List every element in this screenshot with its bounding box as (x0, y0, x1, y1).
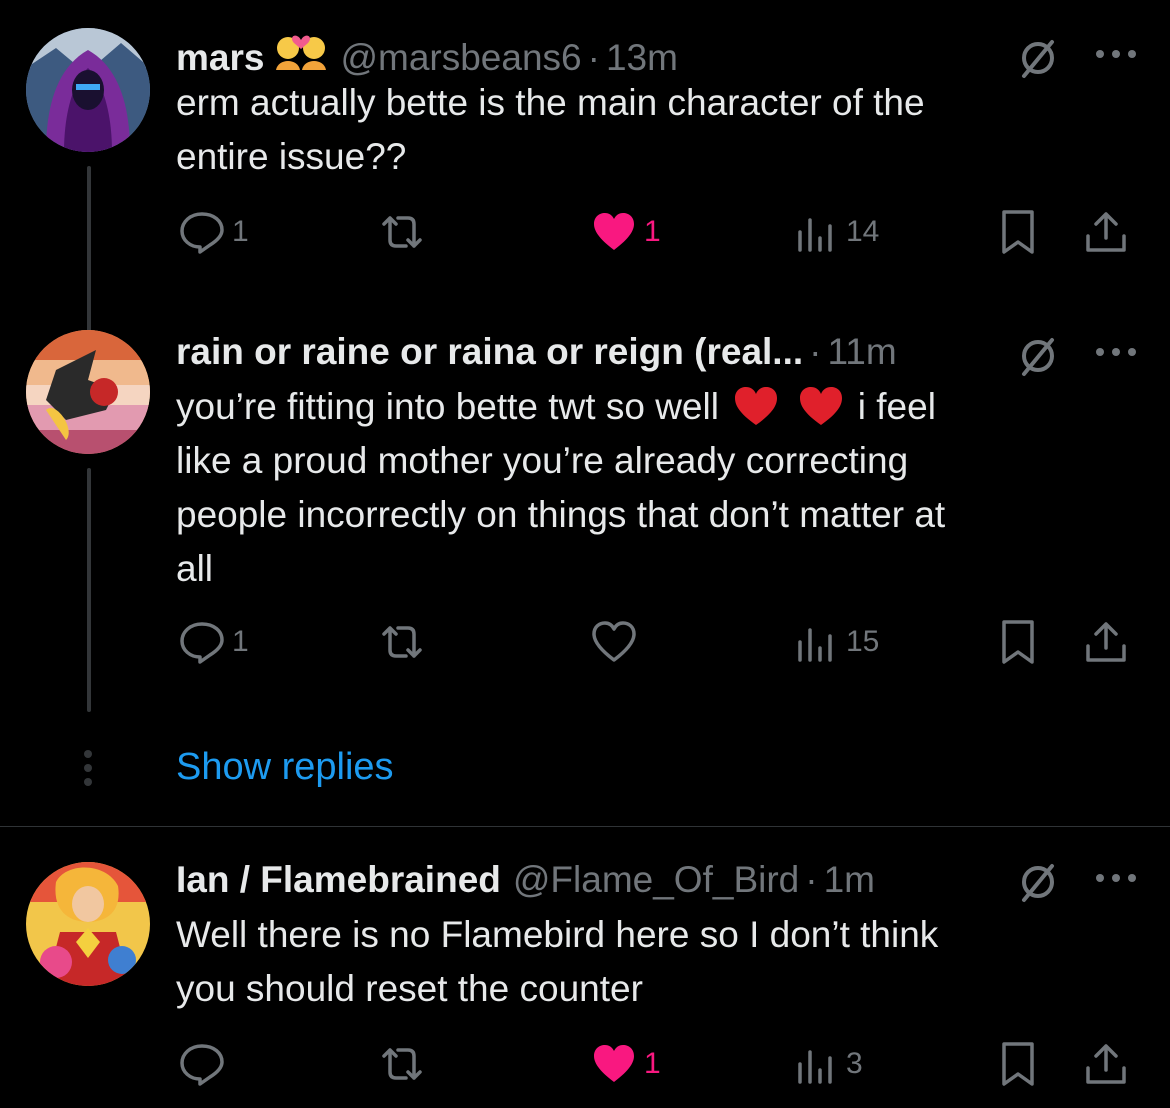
share-icon (1086, 622, 1126, 662)
retweet-icon (382, 216, 422, 248)
more-options-icon[interactable] (1092, 860, 1140, 896)
avatar-mars[interactable] (26, 28, 150, 152)
retweet-icon (382, 1048, 422, 1080)
share-icon (1086, 212, 1126, 252)
views-chart-icon (798, 218, 832, 252)
bookmark-icon (1002, 210, 1034, 254)
avatar-rain[interactable] (26, 330, 150, 454)
separator-dot: · (805, 859, 818, 900)
heart-outline-icon (592, 621, 636, 662)
retweet-button[interactable] (376, 612, 432, 672)
more-options-icon[interactable] (1092, 36, 1140, 72)
red-heart-emoji (733, 385, 779, 427)
thread-line (87, 468, 91, 712)
retweet-icon (382, 626, 422, 658)
reply-icon (180, 212, 224, 254)
text-segment: i feel (857, 386, 936, 427)
text-segment: you’re fitting into bette twt so well (176, 386, 719, 427)
text-line: Well there is no Flamebird here so I don… (176, 914, 939, 955)
handle[interactable]: @Flame_Of_Bird (513, 854, 799, 906)
reply-button[interactable] (176, 1034, 232, 1094)
views-count: 14 (846, 215, 880, 248)
views-button[interactable]: 14 (790, 202, 879, 262)
timestamp[interactable]: 1m (824, 854, 875, 906)
heart-filled-icon (594, 213, 634, 250)
tweet-header: mars @marsbeans6 · 13m (176, 26, 1020, 78)
like-button[interactable]: 1 (588, 1034, 661, 1094)
tweet-text: Well there is no Flamebird here so I don… (176, 908, 1136, 1016)
like-count: 1 (644, 1047, 661, 1080)
text-line: like a proud mother you’re already corre… (176, 440, 909, 481)
bookmark-icon (1002, 620, 1034, 664)
reply-count: 1 (232, 625, 249, 658)
share-button[interactable] (1080, 612, 1132, 672)
text-line: erm actually bette is the main character… (176, 82, 925, 123)
action-bar: 1 3 (176, 1034, 1140, 1094)
reply-button[interactable]: 1 (176, 612, 249, 672)
views-count: 3 (846, 1047, 863, 1080)
text-line: all (176, 548, 214, 589)
tweet-ian[interactable]: Ian / Flamebrained @Flame_Of_Bird · 1m W… (0, 852, 1170, 1108)
more-replies-dots-icon (84, 750, 92, 786)
text-line: people incorrectly on things that don’t … (176, 494, 946, 535)
text-line: you’re fitting into bette twt so well i … (176, 380, 1136, 434)
tweet-text: you’re fitting into bette twt so well i … (176, 380, 1136, 596)
grok-icon[interactable] (1016, 860, 1060, 904)
views-button[interactable]: 15 (790, 612, 879, 672)
retweet-button[interactable] (376, 202, 432, 262)
action-bar: 1 15 (176, 612, 1140, 672)
share-button[interactable] (1080, 1034, 1132, 1094)
divider (0, 826, 1170, 827)
grok-icon[interactable] (1016, 36, 1060, 80)
bookmark-icon (1002, 1042, 1034, 1086)
red-heart-emoji (798, 385, 844, 427)
like-button[interactable] (588, 612, 644, 672)
reply-icon (180, 622, 224, 664)
retweet-button[interactable] (376, 1034, 432, 1094)
tweet-rain[interactable]: rain or raine or raina or reign (real...… (0, 322, 1170, 742)
share-icon (1086, 1044, 1126, 1084)
text-line: you should reset the counter (176, 968, 643, 1009)
heart-filled-icon (594, 1045, 634, 1082)
like-count: 1 (644, 215, 661, 248)
more-options-icon[interactable] (1092, 334, 1140, 370)
bookmark-button[interactable] (992, 1034, 1044, 1094)
avatar-ian[interactable] (26, 862, 150, 986)
couple-with-heart-emoji (274, 26, 328, 70)
tweet-header: rain or raine or raina or reign (real...… (176, 326, 1020, 378)
reply-count: 1 (232, 215, 249, 248)
views-button[interactable]: 3 (790, 1034, 863, 1094)
bookmark-button[interactable] (992, 202, 1044, 262)
tweet-mars[interactable]: mars @marsbeans6 · 13m erm actually bett… (0, 26, 1170, 346)
display-name[interactable]: Ian / Flamebrained (176, 854, 501, 906)
views-count: 15 (846, 625, 880, 658)
grok-icon[interactable] (1016, 334, 1060, 378)
display-name[interactable]: rain or raine or raina or reign (real... (176, 326, 803, 378)
bookmark-button[interactable] (992, 612, 1044, 672)
views-chart-icon (798, 1050, 832, 1084)
text-line: entire issue?? (176, 136, 407, 177)
thread-line (87, 166, 91, 346)
show-replies-link[interactable]: Show replies (176, 742, 394, 792)
timestamp[interactable]: 11m (827, 326, 896, 378)
tweet-header: Ian / Flamebrained @Flame_Of_Bird · 1m (176, 854, 1020, 906)
tweet-text: erm actually bette is the main character… (176, 76, 1136, 184)
reply-button[interactable]: 1 (176, 202, 249, 262)
like-button[interactable]: 1 (588, 202, 661, 262)
action-bar: 1 1 14 (176, 202, 1140, 262)
reply-icon (180, 1044, 224, 1086)
separator-dot: · (809, 331, 822, 372)
share-button[interactable] (1080, 202, 1132, 262)
views-chart-icon (798, 628, 832, 662)
